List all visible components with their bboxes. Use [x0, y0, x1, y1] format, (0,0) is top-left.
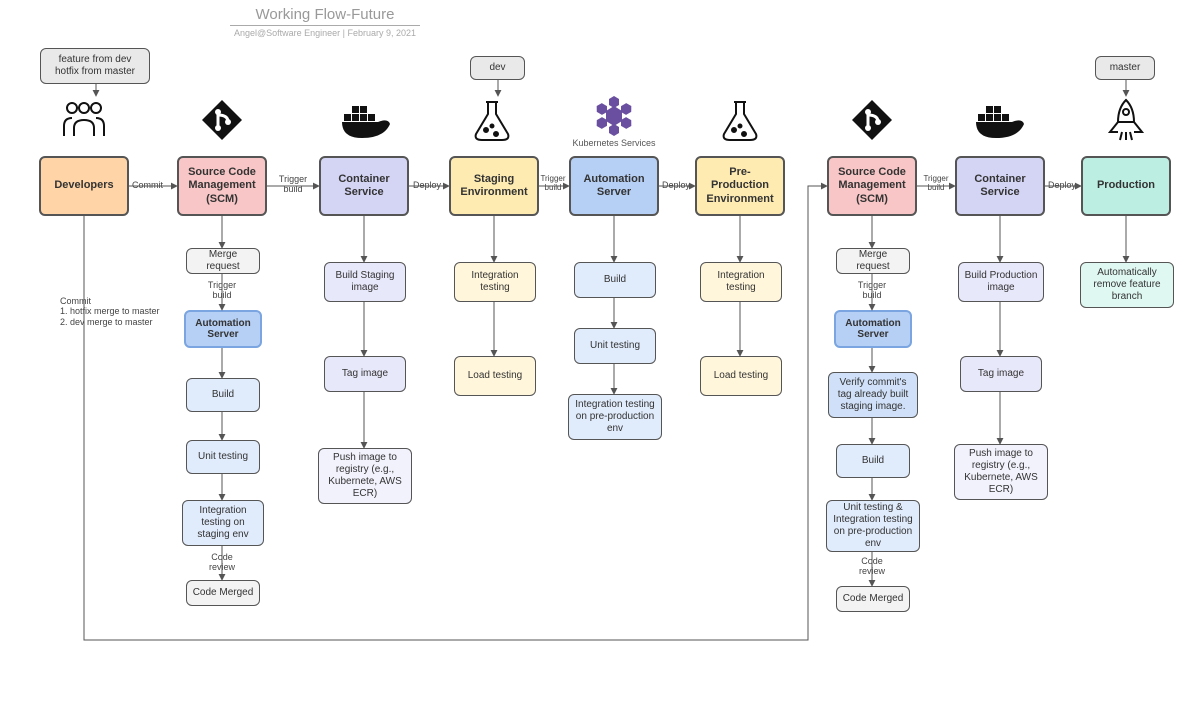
- scm-node: Source Code Management (SCM): [177, 156, 267, 216]
- sub-automation-server-2: Automation Server: [834, 310, 912, 348]
- docker-icon: [338, 100, 392, 140]
- container-service-node: Container Service: [319, 156, 409, 216]
- preprod-env-node: Pre-Production Environment: [695, 156, 785, 216]
- verify-commit-tag: Verify commit's tag already built stagin…: [828, 372, 918, 418]
- rocket-icon: [1106, 98, 1146, 142]
- developers-node: Developers: [39, 156, 129, 216]
- edge-commit: Commit: [132, 180, 163, 190]
- edge-deploy: Deploy: [662, 180, 690, 190]
- diagram-canvas: Working Flow-Future Angel@Software Engin…: [0, 0, 1200, 710]
- edge-code-review: Code review: [849, 556, 895, 577]
- edge-deploy: Deploy: [1048, 180, 1076, 190]
- title-block: Working Flow-Future Angel@Software Engin…: [230, 6, 420, 38]
- edge-trigger: Trigger build: [922, 174, 950, 192]
- container-service-node-2: Container Service: [955, 156, 1045, 216]
- people-icon: [60, 98, 108, 138]
- merge-request: Merge request: [186, 248, 260, 274]
- diagram-title: Working Flow-Future: [230, 6, 420, 26]
- flask-icon: [720, 98, 760, 142]
- diagram-subtitle: Angel@Software Engineer | February 9, 20…: [230, 28, 420, 38]
- build: Build: [186, 378, 260, 412]
- tag-image: Tag image: [324, 356, 406, 392]
- git-icon: [850, 98, 894, 142]
- edge-trigger: Trigger build: [273, 174, 313, 195]
- integration-staging: Integration testing on staging env: [182, 500, 264, 546]
- unit-testing: Unit testing: [186, 440, 260, 474]
- push-image: Push image to registry (e.g., Kubernete,…: [954, 444, 1048, 500]
- build-staging-image: Build Staging image: [324, 262, 406, 302]
- merge-request: Merge request: [836, 248, 910, 274]
- load-testing: Load testing: [454, 356, 536, 396]
- load-testing: Load testing: [700, 356, 782, 396]
- automation-server-node: Automation Server: [569, 156, 659, 216]
- edge-trigger: Trigger build: [540, 174, 566, 192]
- remove-feature-branch: Automatically remove feature branch: [1080, 262, 1174, 308]
- edge-trigger: Trigger build: [849, 280, 895, 301]
- kubernetes-icon: [588, 94, 640, 138]
- flask-icon: [472, 98, 512, 142]
- kubernetes-caption: Kubernetes Services: [568, 138, 660, 148]
- build-prod-image: Build Production image: [958, 262, 1044, 302]
- edge-long-commit: Commit 1. hotfix merge to master 2. dev …: [60, 296, 190, 327]
- scm-node-2: Source Code Management (SCM): [827, 156, 917, 216]
- push-image: Push image to registry (e.g., Kubernete,…: [318, 448, 412, 504]
- edge-code-review: Code review: [199, 552, 245, 573]
- tag-master: master: [1095, 56, 1155, 80]
- git-icon: [200, 98, 244, 142]
- unit-testing: Unit testing: [574, 328, 656, 364]
- build: Build: [836, 444, 910, 478]
- integration-preprod: Integration testing on pre-production en…: [568, 394, 662, 440]
- build: Build: [574, 262, 656, 298]
- edge-trigger: Trigger build: [199, 280, 245, 301]
- sub-automation-server: Automation Server: [184, 310, 262, 348]
- docker-icon: [972, 100, 1026, 140]
- tag-image: Tag image: [960, 356, 1042, 392]
- integration-testing: Integration testing: [700, 262, 782, 302]
- tag-dev: dev: [470, 56, 525, 80]
- staging-env-node: Staging Environment: [449, 156, 539, 216]
- integration-testing: Integration testing: [454, 262, 536, 302]
- code-merged: Code Merged: [836, 586, 910, 612]
- tag-feature: feature from dev hotfix from master: [40, 48, 150, 84]
- code-merged: Code Merged: [186, 580, 260, 606]
- unit-int-preprod: Unit testing & Integration testing on pr…: [826, 500, 920, 552]
- edge-deploy: Deploy: [413, 180, 441, 190]
- production-node: Production: [1081, 156, 1171, 216]
